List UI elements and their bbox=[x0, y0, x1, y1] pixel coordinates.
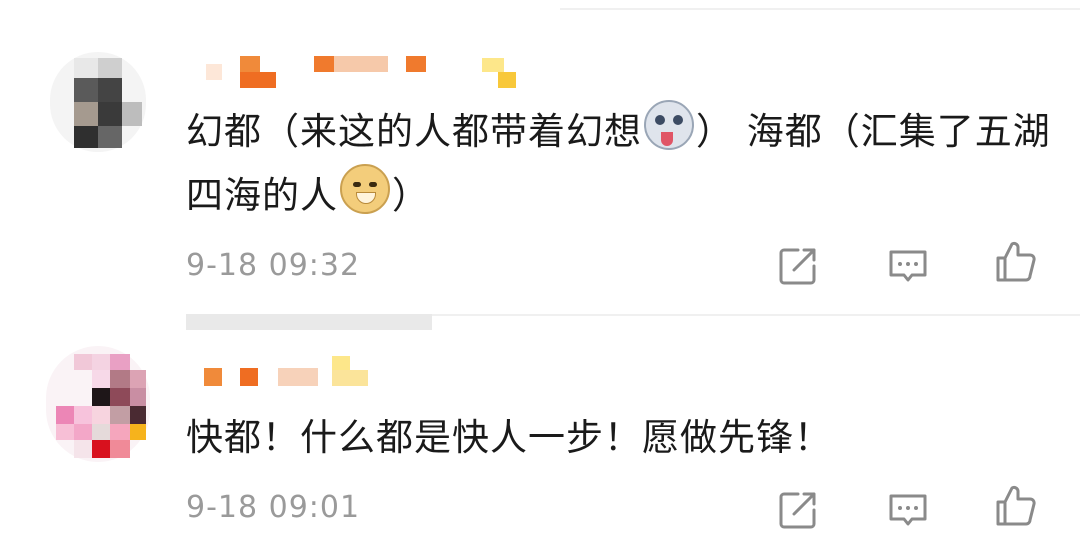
username-mosaic[interactable] bbox=[186, 54, 526, 94]
avatar[interactable] bbox=[46, 346, 150, 466]
comment-text-part: 幻都（来这的人都带着幻想 bbox=[186, 110, 642, 153]
share-button[interactable] bbox=[776, 488, 820, 532]
thumbs-up-icon bbox=[996, 485, 1036, 526]
top-divider bbox=[560, 8, 1080, 10]
avatar[interactable] bbox=[50, 52, 146, 152]
comment-timestamp: 9-18 09:32 bbox=[186, 248, 361, 283]
comment-text-part: ） bbox=[392, 174, 430, 217]
share-icon bbox=[779, 248, 816, 285]
comment-timestamp: 9-18 09:01 bbox=[186, 490, 361, 525]
comment-icon bbox=[889, 494, 927, 526]
comment-text: 快都！什么都是快人一步！愿做先锋！ bbox=[186, 416, 832, 459]
comment-divider bbox=[186, 314, 432, 330]
share-button[interactable] bbox=[776, 244, 820, 288]
like-button[interactable] bbox=[994, 484, 1038, 528]
like-button[interactable] bbox=[994, 240, 1038, 284]
reply-button[interactable] bbox=[886, 244, 930, 288]
comment-icon bbox=[889, 250, 927, 282]
share-icon bbox=[779, 492, 816, 529]
husky-emoji-icon bbox=[644, 100, 694, 150]
comment-text: 幻都（来这的人都带着幻想） 海都（汇集了五湖四海的人） bbox=[186, 100, 1056, 228]
thumbs-up-icon bbox=[996, 241, 1036, 282]
reply-button[interactable] bbox=[886, 488, 930, 532]
doge-emoji-icon bbox=[340, 164, 390, 214]
comment-divider bbox=[432, 314, 1080, 316]
username-mosaic[interactable] bbox=[186, 354, 406, 394]
